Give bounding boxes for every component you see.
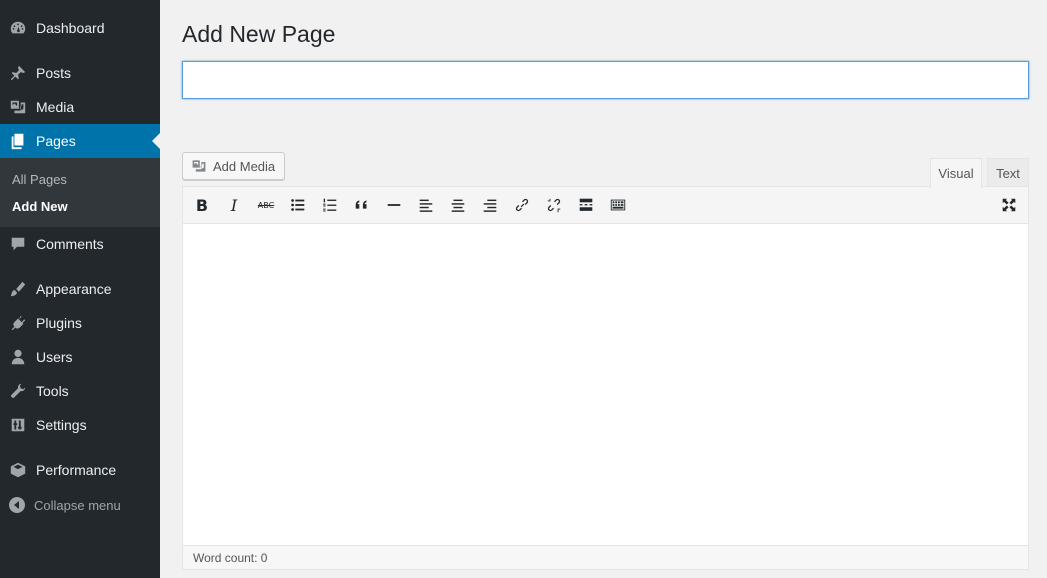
plug-icon xyxy=(0,306,36,340)
insert-link-button[interactable] xyxy=(508,191,536,219)
pin-icon xyxy=(0,56,36,90)
bullet-list-button[interactable] xyxy=(284,191,312,219)
numbered-list-button[interactable] xyxy=(316,191,344,219)
menu-item-appearance[interactable]: Appearance xyxy=(0,272,160,306)
menu-label: Settings xyxy=(36,417,87,433)
blockquote-button[interactable] xyxy=(348,191,376,219)
menu-item-media[interactable]: Media xyxy=(0,90,160,124)
menu-label: Posts xyxy=(36,65,72,81)
remove-link-button[interactable] xyxy=(540,191,568,219)
fullscreen-button[interactable] xyxy=(995,191,1023,219)
bullet-list-icon xyxy=(291,199,305,211)
tab-visual[interactable]: Visual xyxy=(930,158,982,188)
menu-item-users[interactable]: Users xyxy=(0,340,160,374)
horizontal-line-button[interactable] xyxy=(380,191,408,219)
link-icon xyxy=(515,198,529,212)
menu-label: Media xyxy=(36,99,75,115)
align-right-icon xyxy=(483,199,497,212)
menu-label: Performance xyxy=(36,462,117,478)
menu-label: Tools xyxy=(36,383,69,399)
menu-label: Appearance xyxy=(36,281,112,297)
pages-icon xyxy=(0,124,36,158)
page-title: Add New Page xyxy=(182,21,336,47)
submenu-add-new[interactable]: Add New xyxy=(12,199,68,214)
menu-item-plugins[interactable]: Plugins xyxy=(0,306,160,340)
wrench-icon xyxy=(0,374,36,408)
collapse-menu-button[interactable]: Collapse menu xyxy=(0,488,160,522)
menu-label: Dashboard xyxy=(36,20,105,36)
menu-item-dashboard[interactable]: Dashboard xyxy=(0,11,160,45)
menu-label: Comments xyxy=(36,236,104,252)
numbered-list-icon xyxy=(323,198,337,212)
align-right-button[interactable] xyxy=(476,191,504,219)
add-media-button[interactable]: Add Media xyxy=(182,152,285,180)
word-count: Word count: 0 xyxy=(183,545,1028,569)
admin-sidebar: Dashboard Posts Media Pages All Pages Ad… xyxy=(0,0,160,578)
menu-label: Pages xyxy=(36,133,76,149)
collapse-arrow-icon xyxy=(0,497,34,513)
align-left-icon xyxy=(419,199,433,212)
quote-icon xyxy=(355,200,367,209)
italic-button[interactable]: I xyxy=(220,191,248,219)
content-editor: B I ABC Word count: 0 xyxy=(182,186,1029,570)
read-more-button[interactable] xyxy=(572,191,600,219)
user-icon xyxy=(0,340,36,374)
cube-icon xyxy=(0,453,36,487)
editor-content-area[interactable] xyxy=(183,224,1028,546)
fullscreen-icon xyxy=(1002,198,1016,212)
menu-item-pages[interactable]: Pages xyxy=(0,124,160,158)
collapse-label: Collapse menu xyxy=(34,497,121,513)
menu-item-comments[interactable]: Comments xyxy=(0,227,160,261)
media-icon xyxy=(192,160,206,172)
read-more-icon xyxy=(579,198,593,211)
unlink-icon xyxy=(547,198,561,213)
keyboard-icon xyxy=(610,199,626,211)
pages-submenu: All Pages Add New xyxy=(0,158,160,227)
menu-label: Plugins xyxy=(36,315,82,331)
editor-toolbar: B I ABC xyxy=(183,187,1028,224)
menu-item-posts[interactable]: Posts xyxy=(0,56,160,90)
brush-icon xyxy=(0,272,36,306)
dashboard-icon xyxy=(0,11,36,45)
align-center-button[interactable] xyxy=(444,191,472,219)
menu-item-performance[interactable]: Performance xyxy=(0,453,160,487)
toolbar-toggle-button[interactable] xyxy=(604,191,632,219)
sliders-icon xyxy=(0,408,36,442)
menu-label: Users xyxy=(36,349,73,365)
page-title-input[interactable] xyxy=(182,61,1029,99)
align-center-icon xyxy=(451,199,465,212)
tab-text[interactable]: Text xyxy=(987,158,1029,187)
add-media-label: Add Media xyxy=(213,158,276,174)
menu-item-tools[interactable]: Tools xyxy=(0,374,160,408)
submenu-all-pages[interactable]: All Pages xyxy=(12,172,67,187)
bold-button[interactable]: B xyxy=(188,191,216,219)
menu-item-settings[interactable]: Settings xyxy=(0,408,160,442)
horizontal-line-icon xyxy=(387,204,401,206)
align-left-button[interactable] xyxy=(412,191,440,219)
strikethrough-button[interactable]: ABC xyxy=(252,191,280,219)
comment-icon xyxy=(0,227,36,261)
media-icon xyxy=(0,90,36,124)
